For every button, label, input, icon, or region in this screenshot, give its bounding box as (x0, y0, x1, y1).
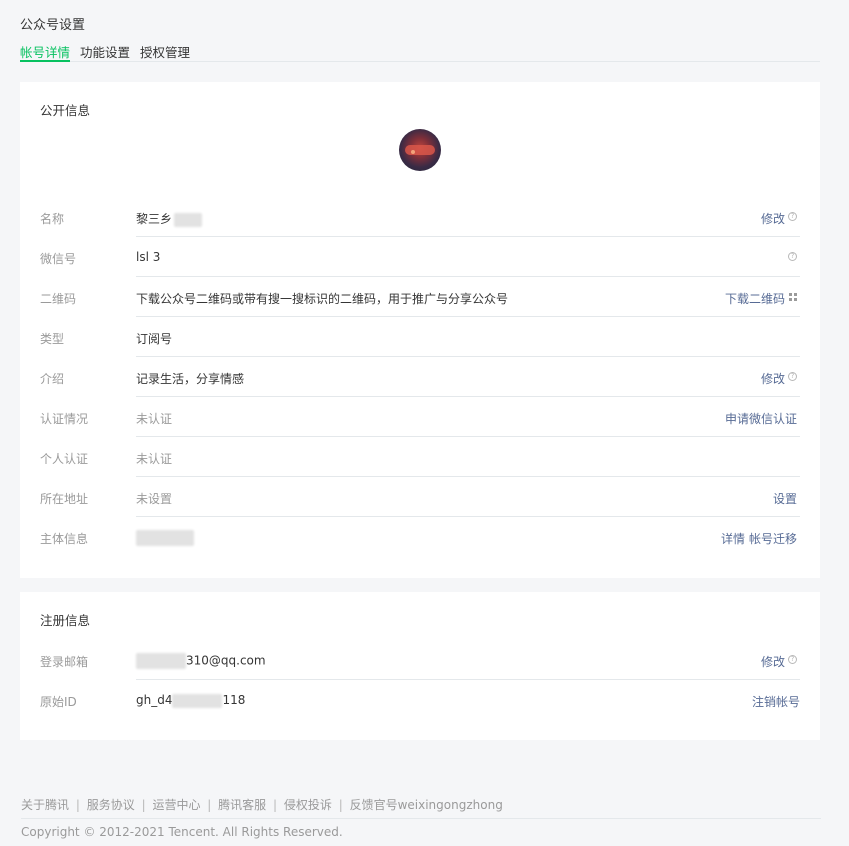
download-qrcode-link[interactable]: 下载二维码 (725, 290, 785, 307)
original-id-label: 原始ID (40, 695, 77, 709)
footer-separator: | (273, 798, 278, 812)
entity-details-link[interactable]: 详情 (721, 530, 745, 547)
original-id-redaction (172, 693, 223, 708)
avatar[interactable] (399, 129, 441, 171)
entity-info-value (136, 530, 194, 546)
edit-email-link[interactable]: 修改 (761, 653, 785, 670)
help-icon[interactable]: ? (788, 372, 797, 381)
footer-divider (21, 818, 821, 819)
row-entity-info: 主体信息 详情 帐号迁移 (20, 517, 820, 557)
copyright: Copyright © 2012-2021 Tencent. All Right… (21, 825, 343, 839)
tab-bar: 帐号详情 功能设置 授权管理 (20, 40, 820, 62)
row-qrcode: 二维码 下载公众号二维码或带有搜一搜标识的二维码，用于推广与分享公众号 下载二维… (20, 277, 820, 317)
account-migration-link[interactable]: 帐号迁移 (749, 530, 797, 547)
row-address: 所在地址 未设置 设置 (20, 477, 820, 517)
original-id-suffix: 118 (222, 693, 246, 707)
qrcode-description: 下载公众号二维码或带有搜一搜标识的二维码，用于推广与分享公众号 (136, 292, 509, 306)
entity-info-label: 主体信息 (40, 532, 89, 546)
settings-page: 公众号设置 帐号详情 功能设置 授权管理 公开信息 名称 黎三乡 修改 ? 微信… (0, 0, 849, 846)
row-verification: 认证情况 未认证 申请微信认证 (20, 397, 820, 437)
row-original-id: 原始ID gh_d4 118 注销帐号 (20, 680, 820, 720)
public-info-card: 公开信息 名称 黎三乡 修改 ? 微信号 lsl 3 ? 二维码 下载公众号二维… (20, 82, 820, 578)
login-email-label: 登录邮箱 (40, 655, 89, 669)
tab-account-details[interactable]: 帐号详情 (20, 42, 71, 62)
edit-name-link[interactable]: 修改 (761, 210, 785, 227)
original-id-value: gh_d4 118 (136, 693, 245, 708)
personal-verification-value: 未认证 (136, 452, 173, 466)
intro-label: 介绍 (40, 372, 65, 386)
email-text: 310@qq.com (186, 653, 266, 668)
name-redaction (174, 212, 203, 227)
wechat-id-label: 微信号 (40, 252, 77, 266)
row-intro: 介绍 记录生活，分享情感 修改 ? (20, 357, 820, 397)
footer-links: 关于腾讯 | 服务协议 | 运营中心 | 腾讯客服 | 侵权投诉 | 反馈官号w… (21, 796, 503, 813)
wechat-id-value: lsl 3 (136, 250, 161, 264)
avatar-image (405, 145, 435, 155)
intro-value: 记录生活，分享情感 (136, 372, 245, 386)
footer-separator: | (207, 798, 212, 812)
personal-verification-label: 个人认证 (40, 452, 89, 466)
qrcode-label: 二维码 (40, 292, 77, 306)
name-value: 黎三乡 (136, 210, 203, 227)
edit-intro-link[interactable]: 修改 (761, 370, 785, 387)
row-type: 类型 订阅号 (20, 317, 820, 357)
tab-authorization[interactable]: 授权管理 (140, 42, 190, 62)
row-name: 名称 黎三乡 修改 ? (20, 197, 820, 237)
entity-redaction (136, 530, 194, 546)
footer-link-infringement[interactable]: 侵权投诉 (284, 798, 332, 812)
login-email-value: 310@qq.com (136, 653, 266, 669)
type-value: 订阅号 (136, 332, 173, 346)
email-redaction (136, 653, 186, 669)
footer-separator: | (141, 798, 146, 812)
row-login-email: 登录邮箱 310@qq.com 修改 ? (20, 640, 820, 680)
verification-value: 未认证 (136, 412, 173, 426)
footer-link-operation-center[interactable]: 运营中心 (152, 798, 200, 812)
footer-separator: | (338, 798, 343, 812)
apply-verification-link[interactable]: 申请微信认证 (725, 410, 797, 427)
register-info-card: 注册信息 登录邮箱 310@qq.com 修改 ? 原始ID gh_d4 118 … (20, 592, 820, 740)
help-icon[interactable]: ? (788, 655, 797, 664)
footer-link-about[interactable]: 关于腾讯 (21, 798, 69, 812)
qrcode-icon[interactable] (789, 293, 797, 301)
register-info-title: 注册信息 (40, 613, 91, 628)
set-address-link[interactable]: 设置 (773, 490, 797, 507)
address-label: 所在地址 (40, 492, 89, 506)
footer-link-feedback[interactable]: 反馈官号weixingongzhong (350, 798, 503, 812)
page-title: 公众号设置 (20, 18, 86, 33)
help-icon[interactable]: ? (788, 252, 797, 261)
address-value: 未设置 (136, 492, 173, 506)
help-icon[interactable]: ? (788, 212, 797, 221)
footer-separator: | (75, 798, 80, 812)
original-id-prefix: gh_d4 (136, 693, 173, 707)
tab-function-settings[interactable]: 功能设置 (80, 42, 130, 62)
row-personal-verification: 个人认证 未认证 (20, 437, 820, 477)
name-text: 黎三乡 (136, 212, 173, 226)
type-label: 类型 (40, 332, 65, 346)
footer-link-service-agreement[interactable]: 服务协议 (87, 798, 135, 812)
verification-label: 认证情况 (40, 412, 89, 426)
name-label: 名称 (40, 212, 65, 226)
footer-link-customer-service[interactable]: 腾讯客服 (218, 798, 266, 812)
avatar-sun (411, 150, 415, 154)
public-info-title: 公开信息 (40, 103, 91, 118)
cancel-account-link[interactable]: 注销帐号 (752, 693, 800, 710)
row-wechat-id: 微信号 lsl 3 ? (20, 237, 820, 277)
